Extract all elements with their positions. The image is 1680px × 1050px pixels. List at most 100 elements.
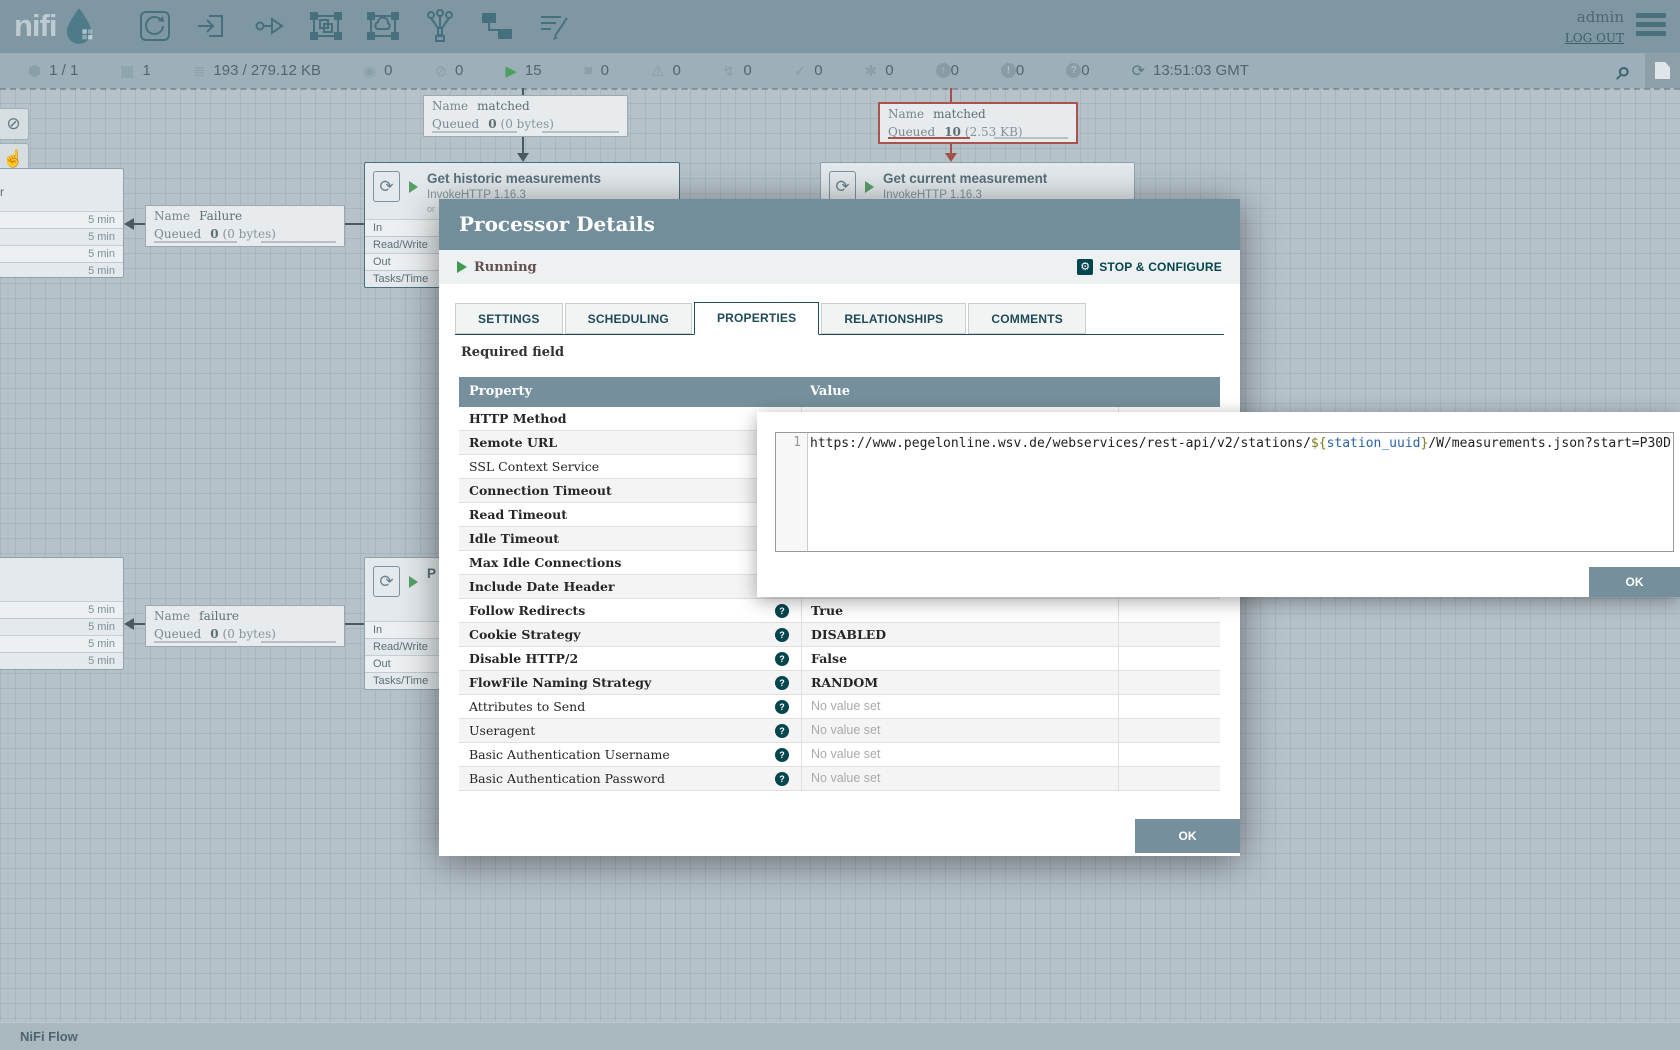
running-icon: ▶ (505, 62, 517, 80)
connection-label-matched[interactable]: Namematched Queued0(0 bytes) (423, 95, 628, 137)
help-icon[interactable]: ? (775, 628, 789, 642)
breadcrumb-bar: NiFi Flow (0, 1022, 1680, 1050)
property-value[interactable]: No value set (811, 723, 880, 737)
nifi-logo: nifi (14, 6, 97, 46)
property-row[interactable]: Follow Redirects ? True (459, 599, 1220, 623)
not-transmitting-icon: ⊘ (434, 62, 447, 80)
property-name: HTTP Method (469, 411, 566, 426)
slash-circle-icon: ⊘ (6, 114, 20, 134)
stale-icon: ↑ (936, 63, 951, 78)
template-icon[interactable] (480, 9, 514, 43)
processor-left-lower[interactable]: 5 min5 min5 min5 min (0, 557, 124, 670)
property-name: Follow Redirects (469, 603, 585, 618)
property-row[interactable]: Attributes to Send ? No value set (459, 695, 1220, 719)
property-row[interactable]: FlowFile Naming Strategy ? RANDOM (459, 671, 1220, 695)
value-editor-box[interactable]: 1 https://www.pegelonline.wsv.de/webserv… (775, 432, 1674, 552)
global-menu-icon[interactable] (1636, 13, 1666, 40)
help-icon[interactable]: ? (775, 772, 789, 786)
search-icon[interactable]: ⌕ (1616, 55, 1631, 87)
running-indicator-icon (409, 181, 418, 193)
editor-ok-button[interactable]: OK (1589, 567, 1680, 597)
help-icon[interactable]: ? (775, 700, 789, 714)
status-running: ▶ 15 (505, 62, 541, 80)
property-value[interactable]: No value set (811, 699, 880, 713)
tab-properties[interactable]: PROPERTIES (694, 302, 819, 335)
status-invalid: ⚠ 0 (651, 62, 681, 80)
input-port-icon[interactable] (195, 9, 229, 43)
property-name: Read Timeout (469, 507, 567, 522)
connection-label-failure[interactable]: NameFailure Queued0(0 bytes) (145, 205, 345, 247)
line-number-gutter: 1 (776, 433, 808, 551)
property-value[interactable]: True (811, 603, 843, 618)
dialog-ok-button[interactable]: OK (1135, 819, 1240, 853)
nifi-drop-icon (61, 6, 97, 46)
last-refresh-time: 13:51:03 GMT (1153, 62, 1249, 79)
processor-stat-row: 5 min (0, 228, 123, 245)
processor-left-upper[interactable]: r 5 min5 min5 min5 min (0, 168, 124, 278)
label-icon[interactable] (537, 9, 571, 43)
property-row[interactable]: Cookie Strategy ? DISABLED (459, 623, 1220, 647)
sync-failure-icon: ? (1066, 63, 1081, 78)
help-icon[interactable]: ? (775, 652, 789, 666)
property-value[interactable]: No value set (811, 771, 880, 785)
help-icon[interactable]: ? (775, 604, 789, 618)
invalid-icon: ⚠ (651, 62, 664, 80)
funnel-icon[interactable] (423, 9, 457, 43)
status-transmitting: ◉ 0 (363, 62, 392, 80)
tab-comments[interactable]: COMMENTS (968, 303, 1086, 334)
value-editor-text[interactable]: https://www.pegelonline.wsv.de/webservic… (810, 435, 1671, 549)
username: admin (1565, 8, 1624, 26)
required-field-note: Required field (461, 345, 564, 360)
status-refresh-clock[interactable]: ⟳ 13:51:03 GMT (1132, 61, 1249, 81)
stop-and-configure-button[interactable]: ⚙ STOP & CONFIGURE (1077, 259, 1222, 275)
property-value[interactable]: No value set (811, 747, 880, 761)
process-group-icon[interactable] (309, 9, 343, 43)
processor-stat-row: 5 min (0, 618, 123, 635)
tab-relationships[interactable]: RELATIONSHIPS (821, 303, 966, 334)
processor-icon[interactable] (138, 9, 172, 43)
url-segment-plain: /W/measurements.json?start=P30D (1428, 436, 1671, 451)
property-value[interactable]: DISABLED (811, 627, 886, 642)
connection-line-red (950, 88, 952, 102)
property-name: Cookie Strategy (469, 627, 581, 642)
processor-title: Get current measurement (883, 171, 1047, 186)
nifi-logo-text: nifi (14, 8, 57, 44)
tab-scheduling[interactable]: SCHEDULING (565, 303, 692, 334)
property-name: Basic Authentication Username (469, 747, 670, 762)
dialog-title: Processor Details (439, 199, 1240, 250)
output-port-icon[interactable] (252, 9, 286, 43)
gear-icon: ⚙ (1077, 259, 1093, 275)
processor-stat-row: 5 min (0, 211, 123, 228)
queued-icon: ≣ (193, 62, 206, 80)
status-disabled: ↯ 0 (723, 62, 752, 80)
refresh-icon[interactable]: ⟳ (1132, 61, 1145, 81)
property-row[interactable]: Basic Authentication Username ? No value… (459, 743, 1220, 767)
user-area: admin LOG OUT (1565, 8, 1624, 45)
property-row[interactable]: Basic Authentication Password ? No value… (459, 767, 1220, 791)
remote-process-group-icon[interactable] (366, 9, 400, 43)
processor-type-icon: ⟳ (373, 566, 400, 597)
canvas-top-dashed-line (0, 88, 1680, 90)
operate-palette-button-1[interactable]: ⊘ (0, 108, 29, 140)
line-number: 1 (793, 435, 801, 450)
processor-title: P (427, 566, 436, 581)
help-icon[interactable]: ? (775, 676, 789, 690)
property-value[interactable]: False (811, 651, 847, 666)
tab-settings[interactable]: SETTINGS (455, 303, 563, 334)
help-icon[interactable]: ? (775, 724, 789, 738)
property-value[interactable]: RANDOM (811, 675, 878, 690)
help-icon[interactable]: ? (775, 748, 789, 762)
property-name: Remote URL (469, 435, 557, 450)
disabled-icon: ↯ (723, 62, 736, 80)
processor-stat-row: 5 min (0, 245, 123, 262)
running-indicator-icon (865, 181, 874, 193)
logout-link[interactable]: LOG OUT (1565, 31, 1624, 45)
breadcrumb[interactable]: NiFi Flow (20, 1029, 78, 1044)
connection-label-matched-red[interactable]: Namematched Queued10(2.53 KB) (878, 102, 1078, 144)
bulletin-board-icon[interactable] (1645, 53, 1680, 88)
connection-label-failure-lower[interactable]: Namefailure Queued0(0 bytes) (145, 605, 345, 647)
property-row[interactable]: Disable HTTP/2 ? False (459, 647, 1220, 671)
property-row[interactable]: Useragent ? No value set (459, 719, 1220, 743)
property-name: Connection Timeout (469, 483, 612, 498)
processor-type-icon: ⟳ (373, 171, 400, 202)
